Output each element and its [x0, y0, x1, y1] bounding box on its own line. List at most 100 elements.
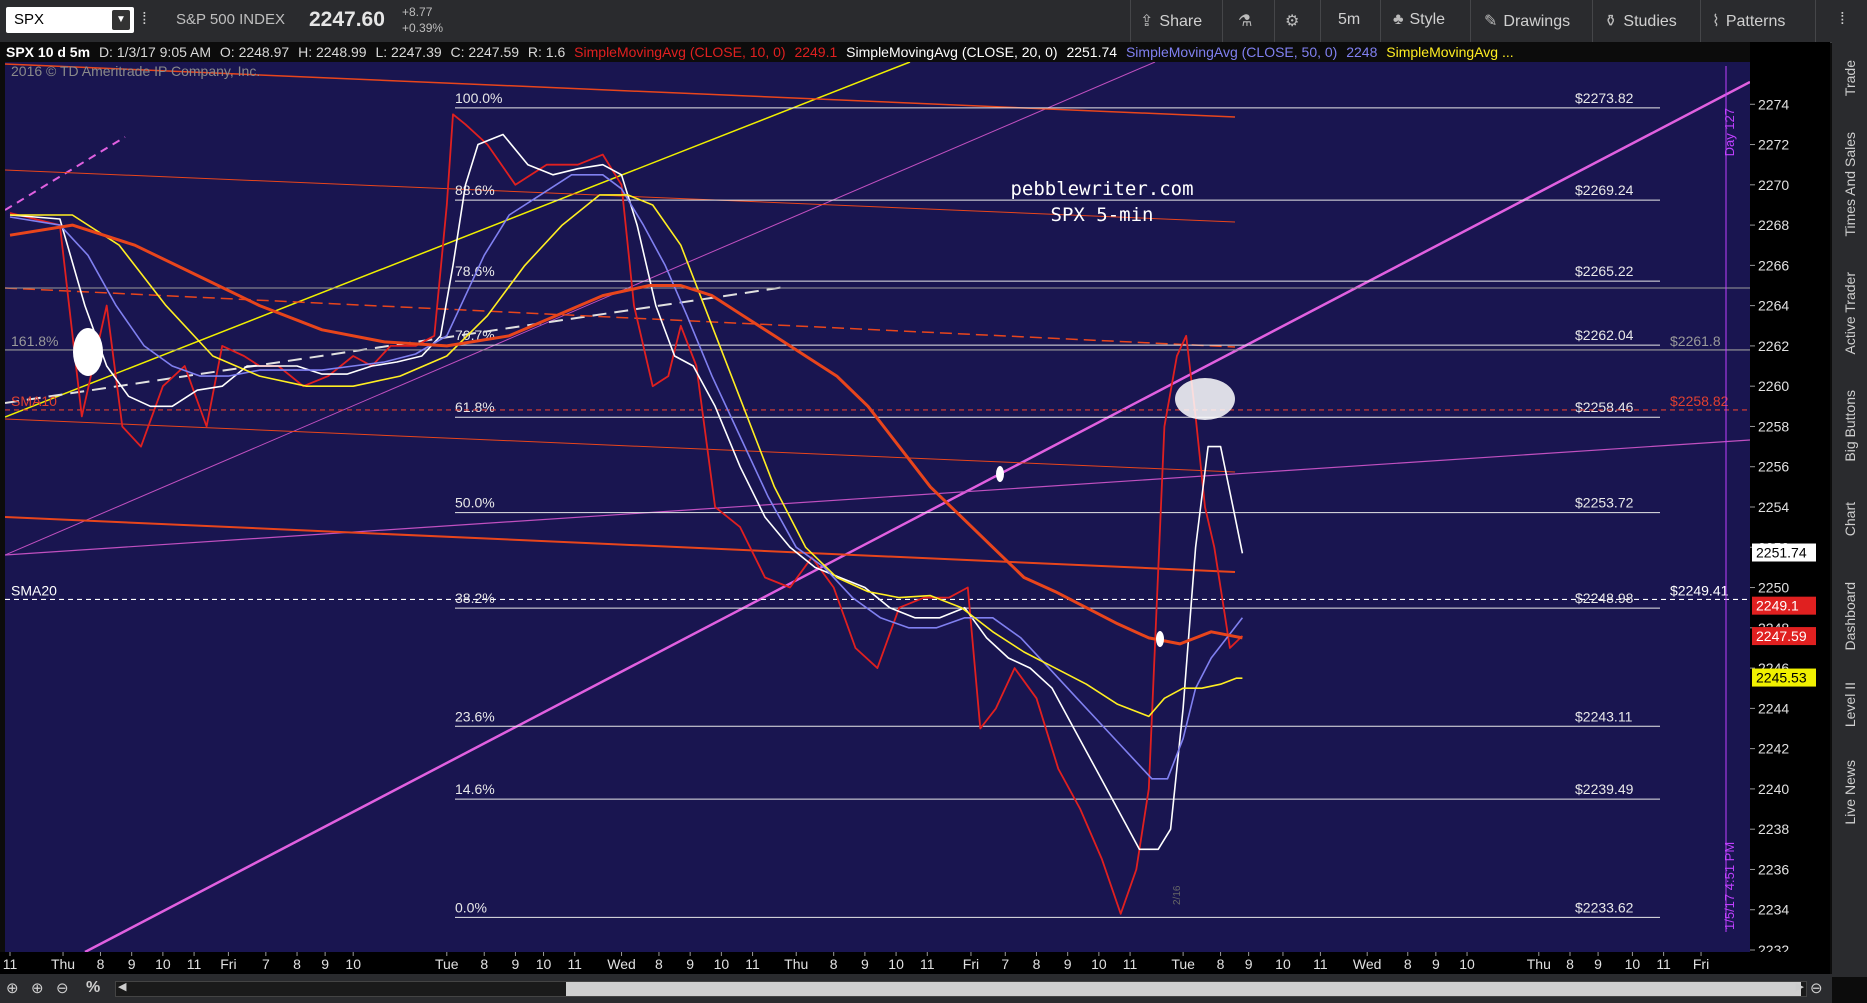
sidebar-tab-trade[interactable]: Trade [1832, 60, 1867, 101]
flask-button[interactable]: ⚗ [1238, 11, 1258, 31]
style-button[interactable]: ♣ Style [1393, 11, 1445, 29]
sma20-label[interactable]: SimpleMovingAvg (CLOSE, 20, 0) [846, 44, 1057, 60]
fib-level-price: $2243.11 [1575, 708, 1633, 724]
time-tick-label: Wed [607, 956, 636, 972]
sidebar-tab-label: Times And Sales [1841, 132, 1858, 237]
time-tick-label: 10 [345, 956, 361, 972]
sma20-value: 2251.74 [1066, 44, 1118, 60]
zoom-percent[interactable]: % [86, 979, 104, 997]
fib-level-price: $2233.62 [1575, 899, 1634, 915]
hline-price: $2261.8 [1670, 333, 1721, 349]
day-marker-label: Day 127 [1722, 108, 1737, 156]
highlight-ellipse [1156, 631, 1164, 647]
share-button[interactable]: ⇪ Share [1140, 11, 1202, 31]
highlight-ellipse [1175, 378, 1235, 420]
time-tick-label: 7 [1001, 956, 1009, 972]
fib-level-price: $2265.22 [1575, 263, 1634, 279]
price-badge-label: 2251.74 [1756, 545, 1807, 561]
flask-icon: ⚗ [1238, 13, 1253, 30]
price-badge-label: 2249.1 [1756, 598, 1799, 614]
time-tick-label: 11 [1313, 956, 1328, 972]
symbol-selector[interactable]: SPX ▼ [6, 7, 134, 33]
fib-level-pct: 100.0% [455, 90, 502, 106]
sidebar-tab-label: Live News [1841, 760, 1858, 825]
toolbar-divider [1320, 0, 1321, 42]
price-tick-label: 2234 [1758, 902, 1789, 918]
fib-level-pct: 23.6% [455, 708, 495, 724]
zoom-out-icon[interactable]: ⊖ [56, 979, 74, 997]
interval-button[interactable]: 5m [1338, 11, 1360, 29]
price-badge-label: 2245.53 [1756, 670, 1807, 686]
patterns-button[interactable]: ⌇ Patterns [1712, 11, 1785, 31]
drawings-label: Drawings [1503, 13, 1571, 30]
bar-open: O: 2248.97 [219, 44, 290, 60]
sidebar-tab-level-ii[interactable]: Level II [1832, 682, 1867, 732]
toolbar-divider [1700, 0, 1701, 42]
patterns-icon: ⌇ [1712, 13, 1720, 30]
studies-button[interactable]: ⚱ Studies [1604, 11, 1677, 31]
menu-grip-icon[interactable]: ⁞ [1840, 9, 1845, 29]
scroll-right-icon[interactable]: ▶ [1796, 980, 1804, 993]
time-tick-label: 9 [1064, 956, 1072, 972]
time-tick-label: 8 [480, 956, 488, 972]
sidebar-tab-times-and-sales[interactable]: Times And Sales [1832, 132, 1867, 242]
sma50-label[interactable]: SimpleMovingAvg (CLOSE, 50, 0) [1126, 44, 1337, 60]
price-axis: 2232223422362238224022422244224622482250… [1750, 42, 1830, 977]
zoom-reset-icon[interactable]: ⊖ [1810, 979, 1828, 997]
price-tick-label: 2262 [1758, 338, 1789, 354]
scroll-left-icon[interactable]: ◀ [118, 980, 126, 993]
time-tick-label: 11 [920, 956, 935, 972]
time-axis-background [0, 952, 1830, 974]
zoom-fit-icon[interactable]: ⊕ [6, 979, 24, 997]
price-tick-label: 2264 [1758, 298, 1789, 314]
symbol-text: SPX [14, 11, 45, 28]
sidebar-tab-live-news[interactable]: Live News [1832, 760, 1867, 830]
patterns-label: Patterns [1725, 13, 1786, 30]
time-tick-label: 8 [830, 956, 838, 972]
bar-label: 2/16 [1172, 885, 1183, 905]
interval-label: 5m [1338, 11, 1361, 28]
settings-button[interactable]: ⚙ [1285, 11, 1305, 31]
toolbar-divider [1470, 0, 1471, 42]
time-tick-label: 8 [1404, 956, 1412, 972]
time-tick-label: 9 [1432, 956, 1440, 972]
time-tick-label: 9 [686, 956, 694, 972]
sidebar-tab-chart[interactable]: Chart [1832, 502, 1867, 541]
sidebar-tab-label: Level II [1841, 682, 1858, 728]
time-tick-label: 11 [3, 956, 18, 972]
sma-more-label[interactable]: SimpleMovingAvg ... [1386, 44, 1513, 60]
sidebar-tab-label: Big Buttons [1841, 390, 1858, 462]
bar-high: H: 2248.99 [298, 44, 367, 60]
gear-icon: ⚙ [1285, 13, 1300, 30]
toolbar-divider [1592, 0, 1593, 42]
sma10-label[interactable]: SimpleMovingAvg (CLOSE, 10, 0) [574, 44, 785, 60]
time-tick-label: 11 [187, 956, 202, 972]
time-axis: 11 Thu 8 9 10 11 Fri 7 8 9 10 Tue 8 9 10 11 Wed 8 9 10 11 Thu… [0, 952, 1830, 974]
time-tick-label: 11 [1123, 956, 1138, 972]
grip-handle-icon[interactable]: ⁞ [142, 9, 147, 29]
time-tick-label: 8 [1217, 956, 1225, 972]
fib-level-pct: 61.8% [455, 399, 495, 415]
sidebar-tab-big-buttons[interactable]: Big Buttons [1832, 390, 1867, 467]
price-chart[interactable]: 100.0% $2273.8288.6% $2269.2478.6% $2265.22… [5, 62, 1750, 952]
chart-scrollbar[interactable]: ◀ ▶ [115, 981, 1807, 997]
fib-level-pct: 14.6% [455, 781, 495, 797]
scroll-thumb[interactable] [566, 982, 1801, 996]
time-tick-label: Fri [963, 956, 979, 972]
time-tick-label: 10 [1275, 956, 1291, 972]
time-tick-label: Thu [51, 956, 75, 972]
sidebar-tab-label: Dashboard [1841, 582, 1858, 651]
sidebar-tab-dashboard[interactable]: Dashboard [1832, 582, 1867, 656]
price-tick-label: 2242 [1758, 741, 1789, 757]
price-tick-label: 2258 [1758, 418, 1789, 434]
sidebar-tab-active-trader[interactable]: Active Trader [1832, 272, 1867, 359]
fib-level-price: $2253.72 [1575, 495, 1634, 511]
zoom-in-icon[interactable]: ⊕ [31, 979, 49, 997]
time-tick-label: Thu [1527, 956, 1551, 972]
chevron-down-icon[interactable]: ▼ [112, 10, 130, 30]
fib-level-pct: 0.0% [455, 899, 487, 915]
time-tick-label: Fri [1693, 956, 1709, 972]
time-tick-label: 10 [1459, 956, 1475, 972]
drawings-button[interactable]: ✎ Drawings [1484, 11, 1570, 31]
toolbar-divider [1130, 0, 1131, 42]
